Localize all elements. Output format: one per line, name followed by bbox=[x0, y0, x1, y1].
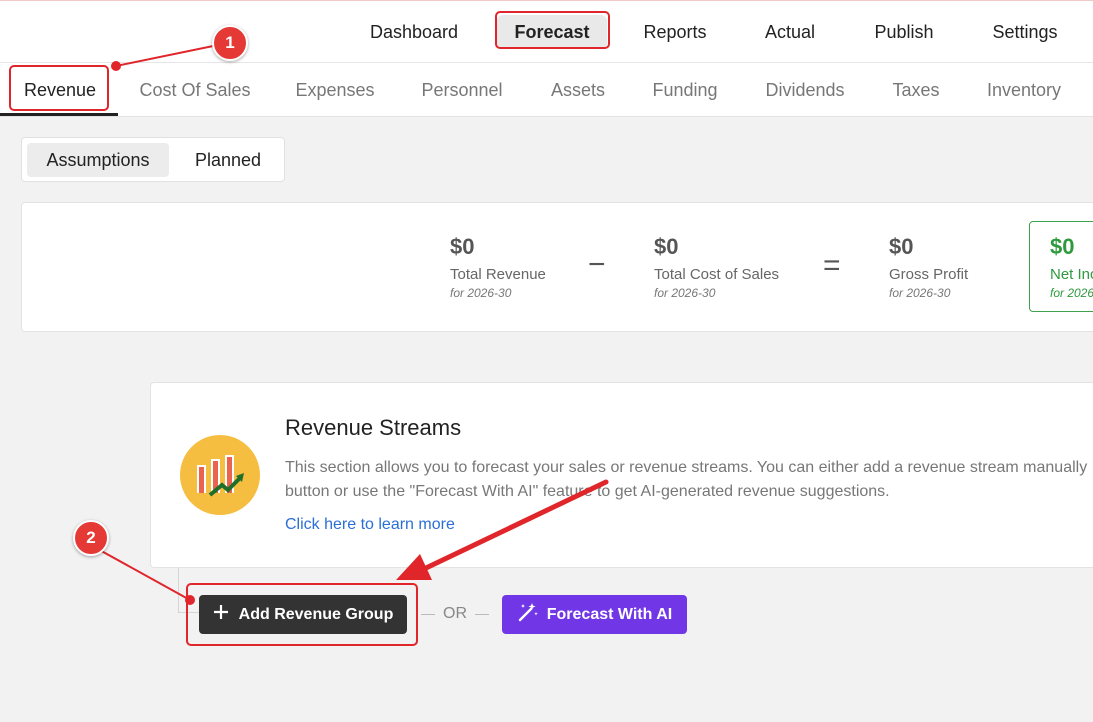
revenue-streams-description: This section allows you to forecast your… bbox=[285, 456, 1093, 504]
add-revenue-group-button[interactable]: Add Revenue Group bbox=[199, 595, 407, 634]
nav-publish[interactable]: Publish bbox=[860, 15, 948, 49]
metric-value: $0 bbox=[1050, 234, 1075, 259]
tab-personnel[interactable]: Personnel bbox=[410, 63, 514, 117]
nav-reports[interactable]: Reports bbox=[630, 15, 720, 49]
metric-period: for 2026-30 bbox=[889, 286, 951, 300]
connector-line bbox=[178, 612, 199, 613]
toggle-assumptions[interactable]: Assumptions bbox=[27, 143, 169, 177]
step-1-badge: 1 bbox=[212, 25, 248, 61]
tab-funding[interactable]: Funding bbox=[642, 63, 728, 117]
connector-line bbox=[178, 568, 179, 613]
metric-label: Gross Profit bbox=[889, 266, 969, 283]
add-revenue-group-label: Add Revenue Group bbox=[238, 605, 394, 623]
metric-total-revenue: $0 Total Revenue for 2026-30 bbox=[450, 234, 546, 300]
nav-settings[interactable]: Settings bbox=[980, 15, 1070, 49]
view-toggle: Assumptions Planned bbox=[21, 137, 285, 182]
revenue-streams-title: Revenue Streams bbox=[285, 415, 462, 440]
forecast-with-ai-button[interactable]: Forecast With AI bbox=[502, 595, 687, 634]
tab-revenue[interactable]: Revenue bbox=[14, 63, 106, 117]
revenue-chart-icon bbox=[180, 435, 260, 515]
metric-value: $0 bbox=[654, 234, 679, 259]
step-2-badge: 2 bbox=[73, 520, 109, 556]
tab-assets[interactable]: Assets bbox=[538, 63, 618, 117]
minus-operator: − bbox=[588, 248, 606, 281]
active-tab-underline bbox=[0, 113, 118, 116]
learn-more-link[interactable]: Click here to learn more bbox=[285, 516, 455, 534]
metric-label: Net Inc bbox=[1050, 266, 1093, 283]
or-label: OR bbox=[443, 605, 467, 622]
metric-period: for 2026-30 bbox=[654, 286, 716, 300]
metric-value: $0 bbox=[889, 234, 914, 259]
or-separator: OR bbox=[418, 604, 492, 624]
nav-forecast[interactable]: Forecast bbox=[497, 15, 607, 49]
metric-value: $0 bbox=[450, 234, 475, 259]
tab-expenses[interactable]: Expenses bbox=[285, 63, 385, 117]
tab-cost-of-sales[interactable]: Cost Of Sales bbox=[130, 63, 260, 117]
tab-inventory[interactable]: Inventory bbox=[976, 63, 1072, 117]
metric-net-income: $0 Net Inc for 2026 bbox=[1029, 221, 1093, 312]
tab-taxes[interactable]: Taxes bbox=[880, 63, 952, 117]
sub-nav: Revenue Cost Of Sales Expenses Personnel… bbox=[0, 63, 1093, 117]
plus-icon bbox=[213, 604, 229, 625]
metric-period: for 2026-30 bbox=[450, 286, 512, 300]
metric-period: for 2026 bbox=[1050, 286, 1093, 300]
metric-label: Total Revenue bbox=[450, 266, 546, 283]
magic-wand-icon bbox=[517, 601, 539, 628]
metric-gross-profit: $0 Gross Profit for 2026-30 bbox=[889, 234, 968, 300]
top-nav: Dashboard Forecast Reports Actual Publis… bbox=[0, 0, 1093, 63]
forecast-with-ai-label: Forecast With AI bbox=[546, 605, 673, 623]
metric-total-cost-of-sales: $0 Total Cost of Sales for 2026-30 bbox=[654, 234, 779, 300]
metric-label: Total Cost of Sales bbox=[654, 266, 780, 283]
tab-dividends[interactable]: Dividends bbox=[755, 63, 855, 117]
description-line-1: This section allows you to forecast your… bbox=[285, 459, 1088, 476]
equals-operator: = bbox=[823, 249, 841, 282]
description-line-2: button or use the "Forecast With AI" fea… bbox=[285, 483, 890, 500]
toggle-planned[interactable]: Planned bbox=[172, 143, 284, 177]
nav-actual[interactable]: Actual bbox=[750, 15, 830, 49]
nav-dashboard[interactable]: Dashboard bbox=[356, 15, 472, 49]
